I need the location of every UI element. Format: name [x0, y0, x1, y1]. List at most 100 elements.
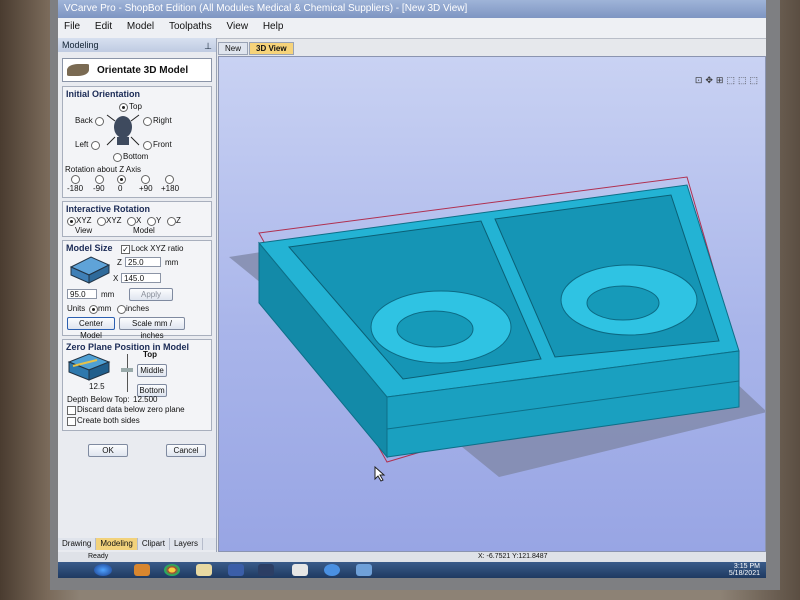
- tab-new[interactable]: New: [218, 42, 249, 55]
- ie-icon[interactable]: [324, 564, 340, 576]
- radio-back[interactable]: [95, 117, 104, 126]
- discard-checkbox[interactable]: [67, 406, 76, 415]
- puzzle-app-icon[interactable]: [292, 564, 308, 576]
- cancel-button[interactable]: Cancel: [166, 444, 206, 457]
- menu-view[interactable]: View: [221, 18, 255, 35]
- z-label: Z: [176, 216, 181, 225]
- label-back: Back: [75, 116, 93, 125]
- mm-label: mm: [98, 304, 112, 313]
- z-size-field[interactable]: 25.0: [125, 257, 161, 267]
- folder-icon[interactable]: [196, 564, 212, 576]
- panel-title: Modeling ⊥: [58, 38, 216, 52]
- lock-ratio-label: Lock XYZ ratio: [131, 244, 184, 253]
- tab-drawing[interactable]: Drawing: [58, 538, 97, 550]
- tab-3d-view[interactable]: 3D View: [249, 42, 294, 55]
- taskbar: 3:15 PM 5/18/2021: [58, 562, 766, 578]
- 3d-viewport[interactable]: ⊡✥⊞⬚⬚⬚: [218, 56, 766, 552]
- screen: VCarve Pro - ShopBot Edition (All Module…: [58, 0, 766, 578]
- zero-slider-handle[interactable]: [121, 368, 133, 372]
- xyz-view-label: XYZ: [76, 216, 92, 225]
- panel-tabs: Drawing Modeling Clipart Layers: [58, 538, 216, 550]
- depth-below-top-value: 12.500: [133, 395, 158, 404]
- zero-plane-section: Zero Plane Position in Model 12.5 Top Mi…: [62, 339, 212, 431]
- y-unit: mm: [101, 290, 115, 299]
- radio-x[interactable]: [127, 217, 136, 226]
- partworks-icon[interactable]: [228, 564, 244, 576]
- xyz-model-label: XYZ: [106, 216, 122, 225]
- middle-button[interactable]: Middle: [137, 364, 167, 377]
- label-right: Right: [153, 116, 172, 125]
- rot-label: +90: [139, 184, 153, 193]
- radio-xyz-view[interactable]: [67, 217, 76, 226]
- document-tabs: New 3D View: [218, 42, 295, 56]
- pw-icon[interactable]: [258, 564, 274, 576]
- radio-right[interactable]: [143, 117, 152, 126]
- discard-label: Discard data below zero plane: [77, 405, 185, 414]
- radio-rot-neg180[interactable]: [71, 175, 80, 184]
- radio-mm[interactable]: [89, 305, 98, 314]
- media-player-icon[interactable]: [134, 564, 150, 576]
- chrome-icon[interactable]: [164, 564, 180, 576]
- center-model-button[interactable]: Center Model: [67, 317, 115, 340]
- zero-slider-track: [127, 354, 128, 392]
- x-size-field[interactable]: 145.0: [121, 273, 161, 283]
- radio-rot-pos180[interactable]: [165, 175, 174, 184]
- menu-bar: File Edit Model Toolpaths View Help: [58, 18, 766, 39]
- clock-date: 5/18/2021: [728, 570, 760, 577]
- system-clock: 3:15 PM 5/18/2021: [729, 563, 760, 577]
- initial-orientation-heading: Initial Orientation: [66, 89, 141, 99]
- rot-label: +180: [161, 184, 180, 193]
- tab-layers[interactable]: Layers: [170, 538, 203, 550]
- radio-y[interactable]: [147, 217, 156, 226]
- model-size-section: Model Size ✓ Lock XYZ ratio Z 25.0 mm X …: [62, 240, 212, 340]
- radio-left[interactable]: [91, 141, 100, 150]
- view-label: View: [75, 226, 93, 235]
- menu-model[interactable]: Model: [121, 18, 160, 35]
- orientate-header: Orientate 3D Model: [62, 58, 212, 82]
- tab-clipart[interactable]: Clipart: [138, 538, 170, 550]
- z-unit: mm: [165, 258, 179, 267]
- lock-ratio-checkbox[interactable]: ✓: [121, 245, 130, 254]
- label-bottom: Bottom: [123, 152, 149, 161]
- depth-below-top-label: Depth Below Top:: [67, 395, 130, 404]
- radio-rot-pos90[interactable]: [141, 175, 150, 184]
- radio-xyz-model[interactable]: [97, 217, 106, 226]
- tab-modeling[interactable]: Modeling: [96, 538, 138, 550]
- eagle-icon: [67, 64, 89, 76]
- panel-title-label: Modeling: [62, 40, 99, 50]
- menu-toolpaths[interactable]: Toolpaths: [163, 18, 218, 35]
- apply-button[interactable]: Apply: [129, 288, 173, 301]
- radio-rot-0[interactable]: [117, 175, 126, 184]
- ok-button[interactable]: OK: [88, 444, 128, 457]
- rotation-label: Rotation about Z Axis: [65, 165, 142, 174]
- menu-help[interactable]: Help: [257, 18, 290, 35]
- radio-z[interactable]: [167, 217, 176, 226]
- radio-rot-neg90[interactable]: [95, 175, 104, 184]
- model-box-icon: [69, 256, 111, 284]
- swirl-left-inner: [396, 310, 474, 348]
- interactive-rotation-heading: Interactive Rotation: [66, 204, 151, 214]
- pin-icon[interactable]: ⊥: [204, 39, 212, 53]
- vcarve-icon[interactable]: [356, 564, 372, 576]
- modeling-panel: Modeling ⊥ Orientate 3D Model Initial Or…: [58, 38, 217, 552]
- menu-file[interactable]: File: [58, 18, 86, 35]
- interactive-rotation-section: Interactive Rotation XYZ XYZ X Y Z View …: [62, 201, 212, 237]
- start-button-icon[interactable]: [94, 564, 112, 576]
- head-orientation-icon: [106, 114, 140, 146]
- status-bar: Ready X: -6.7521 Y:121.8487: [58, 552, 766, 562]
- units-label: Units: [67, 304, 86, 313]
- radio-bottom[interactable]: [113, 153, 122, 162]
- scale-units-button[interactable]: Scale mm / inches: [119, 317, 185, 340]
- mouse-cursor-icon: [374, 465, 386, 482]
- depth-value: 12.5: [89, 382, 105, 391]
- y-size-field[interactable]: 95.0: [67, 289, 97, 299]
- menu-edit[interactable]: Edit: [89, 18, 118, 35]
- label-top: Top: [129, 102, 142, 111]
- model-render: [229, 176, 765, 482]
- zero-top-label: Top: [143, 350, 158, 359]
- x-axis-label: X: [113, 274, 119, 283]
- radio-inches[interactable]: [117, 305, 126, 314]
- radio-front[interactable]: [143, 141, 152, 150]
- both-sides-checkbox[interactable]: [67, 417, 76, 426]
- x-label: X: [136, 216, 142, 225]
